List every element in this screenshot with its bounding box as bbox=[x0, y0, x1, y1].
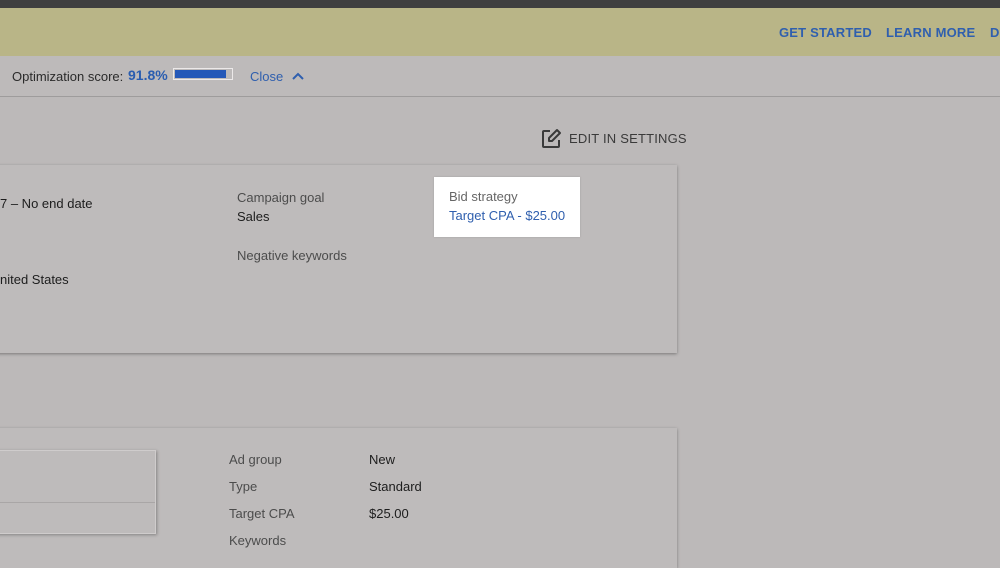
ad-group-label: Ad group bbox=[229, 452, 282, 467]
learn-more-link[interactable]: LEARN MORE bbox=[886, 25, 975, 40]
close-link[interactable]: Close bbox=[250, 69, 283, 84]
optimization-score-value[interactable]: 91.8% bbox=[128, 67, 168, 83]
campaign-goal-value: Sales bbox=[237, 209, 270, 224]
bid-strategy-value-link[interactable]: Target CPA - $25.00 bbox=[449, 208, 565, 223]
optimization-progress-fill bbox=[175, 70, 226, 78]
target-cpa-label: Target CPA bbox=[229, 506, 295, 521]
edit-in-settings-label: EDIT IN SETTINGS bbox=[569, 131, 687, 146]
keywords-label: Keywords bbox=[229, 533, 287, 548]
campaign-goal-label: Campaign goal bbox=[237, 190, 325, 205]
optimization-score-label: Optimization score: bbox=[12, 69, 124, 84]
chevron-up-icon[interactable] bbox=[291, 69, 305, 83]
optimization-bar: Optimization score: 91.8% Close bbox=[0, 56, 1000, 97]
optimization-progress-bar bbox=[173, 68, 233, 80]
type-label: Type bbox=[229, 479, 258, 494]
type-value: Standard bbox=[369, 479, 422, 494]
panel-divider bbox=[0, 502, 155, 503]
get-started-link[interactable]: GET STARTED bbox=[779, 25, 872, 40]
ad-preview-panel bbox=[0, 450, 156, 534]
bid-strategy-label: Bid strategy bbox=[449, 189, 518, 204]
ad-group-value: New bbox=[369, 452, 396, 467]
campaign-dates-value: 7 – No end date bbox=[0, 196, 93, 211]
target-cpa-value: $25.00 bbox=[369, 506, 409, 521]
campaign-location-value: nited States bbox=[0, 272, 69, 287]
promo-banner: GET STARTED LEARN MORE DI bbox=[0, 8, 1000, 57]
dismiss-link-truncated[interactable]: DI bbox=[990, 25, 1000, 40]
edit-icon bbox=[542, 129, 561, 148]
top-dark-bar bbox=[0, 0, 1000, 8]
bid-strategy-highlight: Bid strategy Target CPA - $25.00 bbox=[434, 177, 580, 237]
negative-keywords-label: Negative keywords bbox=[237, 248, 347, 263]
